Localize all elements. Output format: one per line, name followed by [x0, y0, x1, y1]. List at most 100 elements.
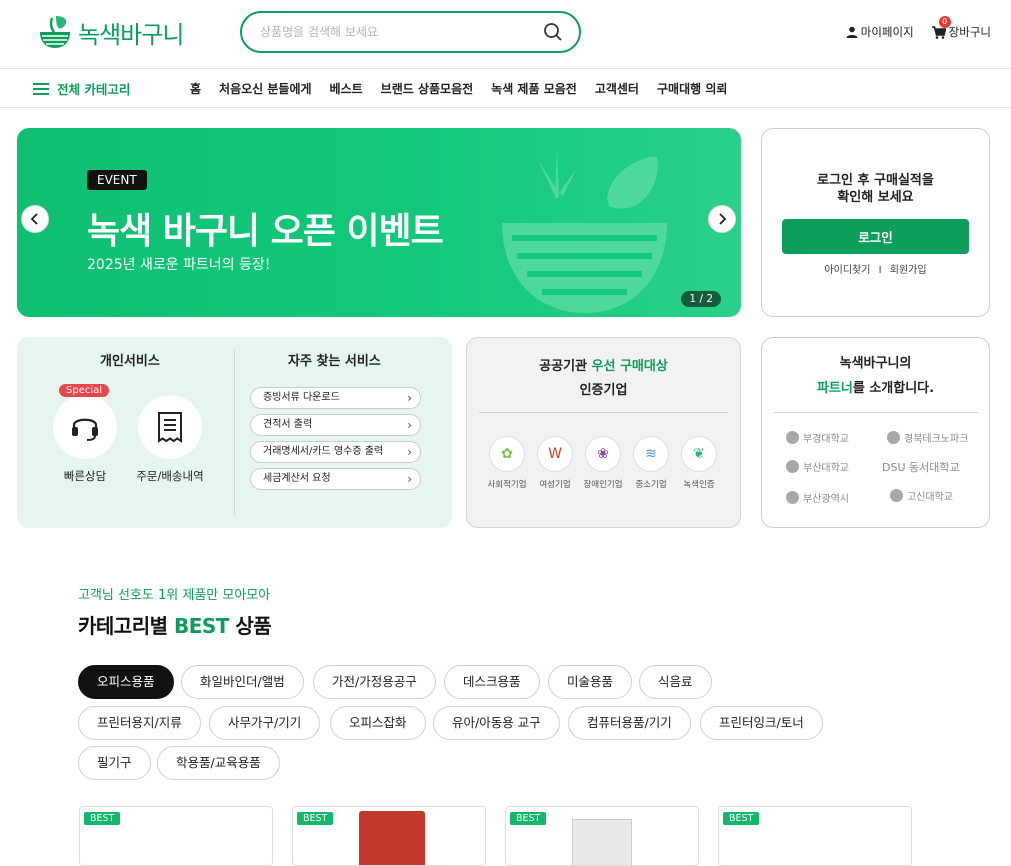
category-chip-food[interactable]: 식음료	[639, 665, 712, 699]
product-card[interactable]: BEST	[505, 806, 699, 866]
product-card[interactable]: BEST	[79, 806, 273, 866]
partner-emblem-icon	[786, 460, 799, 473]
quick-service-label: 견적서 출력	[263, 419, 313, 430]
partner-logo-dsu: DSU 동서대학교	[882, 459, 960, 475]
certified-title-line2: 인증기업	[579, 383, 628, 398]
best-tag: BEST	[84, 812, 121, 825]
login-message-line1: 로그인 후 구매실적을	[817, 173, 934, 188]
find-id-link[interactable]: 아이디찾기	[824, 265, 870, 276]
nav-item-customer-center[interactable]: 고객센터	[595, 80, 639, 97]
category-chip-misc[interactable]: 오피스잡화	[330, 706, 426, 740]
search-box	[240, 11, 581, 53]
search-button[interactable]	[543, 22, 565, 44]
partner-logo-label: 경북테크노파크	[904, 434, 969, 445]
banner-prev-button[interactable]	[21, 205, 49, 233]
product-card[interactable]: BEST	[718, 806, 912, 866]
nav-item-purchase-agency[interactable]: 구매대행 의뢰	[657, 80, 727, 97]
cart-link[interactable]: 0 장바구니	[931, 16, 991, 40]
best-tag: BEST	[723, 812, 760, 825]
login-button[interactable]: 로그인	[782, 219, 969, 254]
nav-item-home[interactable]: 홈	[190, 80, 201, 97]
order-history-button[interactable]	[138, 395, 202, 459]
chevron-right-icon: ›	[407, 418, 412, 432]
best-tag: BEST	[510, 812, 547, 825]
chevron-right-icon: ›	[407, 391, 412, 405]
cert-women[interactable]: W 여성기업	[533, 436, 577, 490]
quick-service-documents[interactable]: 증빙서류 다운로드 ›	[250, 387, 421, 409]
nav-menu: 홈 처음오신 분들에게 베스트 브랜드 상품모음전 녹색 제품 모음전 고객센터…	[190, 80, 745, 97]
login-message: 로그인 후 구매실적을 확인해 보세요	[762, 172, 989, 206]
category-chip-office[interactable]: 오피스용품	[78, 665, 174, 699]
order-history-label: 주문/배송내역	[136, 469, 204, 483]
nav-item-best[interactable]: 베스트	[330, 80, 363, 97]
category-chip-appliance[interactable]: 가전/가정용공구	[313, 665, 436, 699]
partners-title-rest: 를 소개합니다.	[852, 381, 935, 396]
user-menu: 마이페이지 0 장바구니	[828, 16, 991, 40]
partner-emblem-icon	[786, 431, 799, 444]
partners-title-highlight: 파트너	[816, 381, 853, 396]
main-nav: 전체 카테고리 홈 처음오신 분들에게 베스트 브랜드 상품모음전 녹색 제품 …	[0, 68, 1011, 108]
nav-item-brand[interactable]: 브랜드 상품모음전	[381, 80, 474, 97]
partner-logo-label: 부경대학교	[803, 434, 849, 445]
category-chip-paper[interactable]: 프린터용지/지류	[78, 706, 201, 740]
sme-icon: ≋	[633, 436, 669, 472]
green-certification-icon: ❦	[681, 436, 717, 472]
social-enterprise-icon: ✿	[489, 436, 525, 472]
quick-service-estimate[interactable]: 견적서 출력 ›	[250, 414, 421, 436]
category-chip-ink[interactable]: 프린터잉크/토너	[700, 706, 823, 740]
best-subtitle: 고객님 선호도 1위 제품만 모아모아	[78, 588, 271, 603]
signup-link[interactable]: 회원가입	[890, 265, 927, 276]
quick-service-statement[interactable]: 거래명세서/카드 영수증 출력 ›	[250, 441, 421, 463]
partner-logo-label: DSU 동서대학교	[882, 461, 960, 474]
product-image	[359, 811, 425, 865]
best-title-highlight: BEST	[173, 614, 229, 638]
basket-logo-icon	[40, 16, 70, 48]
event-banner[interactable]: EVENT 녹색 바구니 오픈 이벤트 2025년 새로운 파트너의 등장! 1…	[17, 128, 741, 317]
category-chip-desk[interactable]: 데스크용품	[444, 665, 540, 699]
disabled-enterprise-icon: ❀	[585, 436, 621, 472]
best-title-pre: 카테고리별	[78, 614, 174, 638]
search-input[interactable]	[260, 22, 530, 42]
banner-title: 녹색 바구니 오픈 이벤트	[87, 211, 444, 252]
quick-service-label: 세금계산서 요청	[263, 473, 331, 484]
search-icon	[544, 23, 562, 41]
link-separator: I	[878, 265, 882, 276]
certified-title: 공공기관 우선 구매대상 인증기업	[467, 355, 740, 403]
certified-companies-panel: 공공기관 우선 구매대상 인증기업 ✿ 사회적기업 W 여성기업 ❀ 장애인기업…	[466, 337, 741, 528]
banner-subtitle: 2025년 새로운 파트너의 등장!	[87, 257, 271, 273]
cert-social[interactable]: ✿ 사회적기업	[485, 436, 529, 490]
mypage-link[interactable]: 마이페이지	[846, 24, 914, 40]
category-chip-school[interactable]: 학용품/교육용품	[157, 746, 280, 780]
product-card[interactable]: BEST	[292, 806, 486, 866]
category-chip-computer[interactable]: 컴퓨터용품/기기	[568, 706, 691, 740]
banner-next-button[interactable]	[708, 205, 736, 233]
category-chip-furniture[interactable]: 사무가구/기기	[209, 706, 321, 740]
cert-disabled[interactable]: ❀ 장애인기업	[581, 436, 625, 490]
personal-service-title: 개인서비스	[100, 354, 160, 369]
quick-service-label: 증빙서류 다운로드	[263, 392, 340, 403]
event-badge: EVENT	[87, 170, 147, 190]
certified-title-highlight: 우선 구매대상	[591, 359, 668, 374]
category-chip-art[interactable]: 미술용품	[548, 665, 633, 699]
category-chip-binder[interactable]: 화일바인더/앨범	[181, 665, 304, 699]
category-chip-pens[interactable]: 필기구	[78, 746, 151, 780]
logo-text: 녹색바구니	[78, 20, 184, 49]
all-category-button[interactable]: 전체 카테고리	[33, 79, 130, 98]
quick-consult-label: 빠른상담	[63, 469, 107, 483]
partner-logo-busan: 부산광역시	[786, 490, 849, 505]
nav-item-green-products[interactable]: 녹색 제품 모음전	[491, 80, 577, 97]
banner-pager: 1 / 2	[681, 291, 721, 307]
partners-title-line1: 녹색바구니의	[839, 356, 912, 371]
cert-sme[interactable]: ≋ 중소기업	[629, 436, 673, 490]
logo[interactable]: 녹색바구니	[36, 14, 184, 50]
service-divider	[234, 350, 235, 515]
quick-service-tax-invoice[interactable]: 세금계산서 요청 ›	[250, 468, 421, 490]
nav-item-first-visit[interactable]: 처음오신 분들에게	[219, 80, 312, 97]
headset-icon	[72, 418, 98, 441]
category-chip-kids[interactable]: 유아/아동용 교구	[433, 706, 560, 740]
quick-consult-button[interactable]	[53, 395, 117, 459]
best-title-post: 상품	[228, 614, 272, 638]
mypage-label: 마이페이지	[860, 25, 914, 39]
cert-green[interactable]: ❦ 녹색인증	[677, 436, 721, 490]
user-icon	[846, 26, 858, 38]
